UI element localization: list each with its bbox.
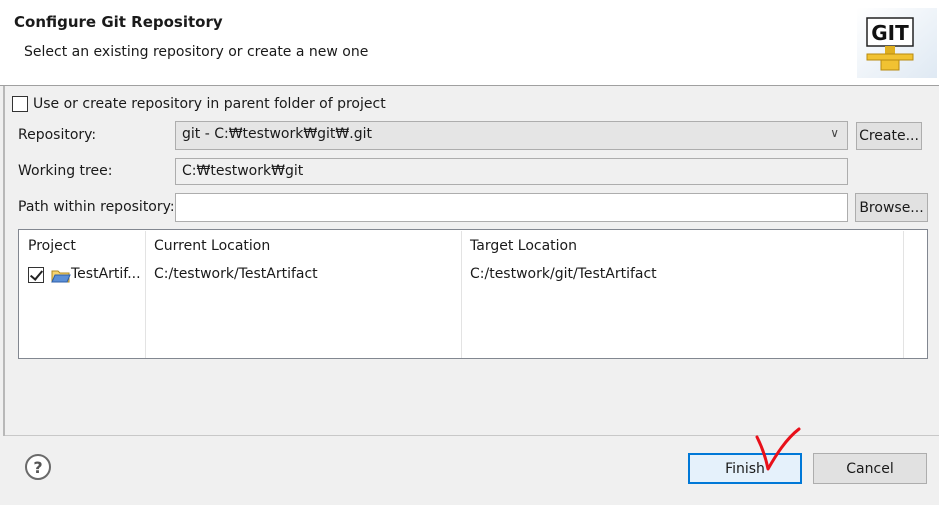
dialog-title: Configure Git Repository	[14, 13, 223, 31]
column-header-current-location[interactable]: Current Location	[154, 238, 270, 254]
dialog-header: Configure Git Repository Select an exist…	[0, 0, 939, 86]
path-within-repository-label: Path within repository:	[18, 199, 175, 215]
working-tree-field: C:₩testwork₩git	[175, 158, 848, 185]
project-row-checkbox[interactable]	[28, 267, 44, 283]
create-repository-button[interactable]: Create...	[856, 122, 922, 150]
column-divider	[145, 231, 146, 358]
cancel-button[interactable]: Cancel	[813, 453, 927, 484]
red-checkmark-annotation-icon	[755, 427, 801, 471]
path-within-repository-input[interactable]	[175, 193, 848, 222]
column-divider	[461, 231, 462, 358]
repository-select-value: git - C:₩testwork₩git₩.git	[182, 126, 372, 142]
left-edge-divider	[3, 86, 5, 436]
repository-select[interactable]: git - C:₩testwork₩git₩.git ∨	[175, 121, 848, 150]
projects-table: Project Current Location Target Location…	[18, 229, 928, 359]
use-parent-folder-option[interactable]: Use or create repository in parent folde…	[12, 94, 386, 114]
git-logo-text: GIT	[871, 21, 909, 45]
dialog-subtitle: Select an existing repository or create …	[24, 44, 369, 60]
column-header-project[interactable]: Project	[28, 238, 76, 254]
use-parent-folder-checkbox[interactable]	[12, 96, 28, 112]
column-divider	[903, 231, 904, 358]
help-icon[interactable]: ?	[25, 454, 51, 480]
working-tree-label: Working tree:	[18, 163, 113, 179]
current-location-cell: C:/testwork/TestArtifact	[154, 266, 318, 282]
git-logo-icon: GIT	[857, 8, 937, 78]
target-location-cell: C:/testwork/git/TestArtifact	[470, 266, 657, 282]
use-parent-folder-label: Use or create repository in parent folde…	[33, 96, 386, 112]
browse-button[interactable]: Browse...	[855, 193, 928, 222]
project-folder-icon	[51, 270, 71, 283]
column-header-target-location[interactable]: Target Location	[470, 238, 577, 254]
repository-label: Repository:	[18, 127, 97, 143]
project-name-cell: TestArtif...	[71, 266, 141, 282]
chevron-down-icon[interactable]: ∨	[830, 126, 839, 140]
